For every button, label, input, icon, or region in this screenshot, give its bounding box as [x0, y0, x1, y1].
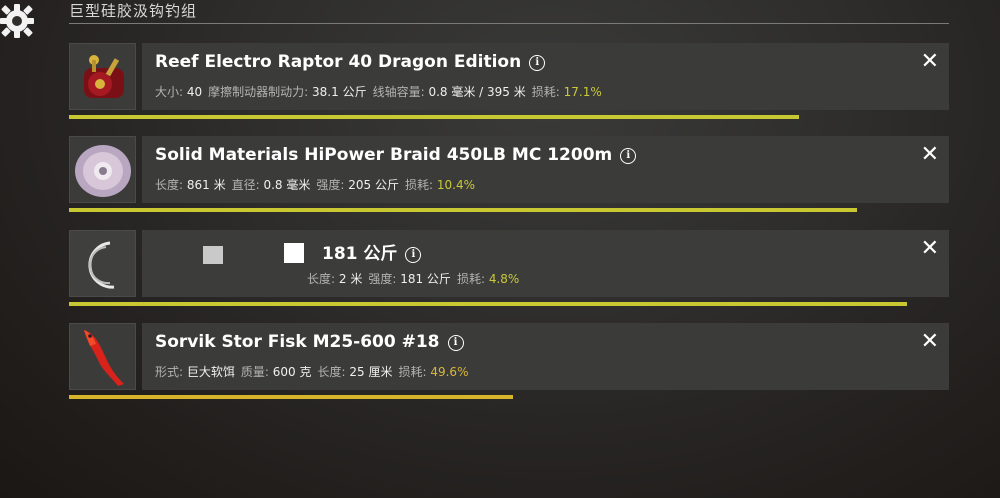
- lure-thumbnail: [69, 323, 136, 390]
- info-icon[interactable]: i: [405, 247, 422, 263]
- reel-thumbnail: [69, 43, 136, 110]
- reel-icon: [84, 55, 124, 98]
- durability-bar: [69, 302, 907, 306]
- wear-value: 17.1%: [563, 85, 602, 99]
- remove-item-button[interactable]: ✕: [921, 238, 939, 260]
- durability-bar: [69, 115, 799, 119]
- redaction-block: [203, 246, 223, 264]
- remove-item-button[interactable]: ✕: [921, 51, 939, 73]
- item-stats: 大小: 40 摩擦制动器制动力: 38.1 公斤 线轴容量: 0.8 毫米 / 39…: [155, 85, 602, 99]
- leader-icon: [88, 241, 115, 289]
- tackle-item-leader[interactable]: 181 公斤 i 长度: 2 米强度: 181 公斤 损耗: 4.8% ✕: [69, 230, 949, 310]
- durability-bar: [69, 208, 858, 212]
- settings-gear-icon[interactable]: [0, 2, 38, 40]
- item-stats: 形式: 巨大软饵 质量: 600 克长度: 25 厘米 损耗: 49.6%: [155, 365, 469, 379]
- redaction-block: [284, 243, 304, 263]
- item-stats: 长度: 2 米强度: 181 公斤 损耗: 4.8%: [307, 272, 520, 286]
- item-info-panel: 181 公斤 i 长度: 2 米强度: 181 公斤 损耗: 4.8% ✕: [142, 230, 949, 297]
- line-thumbnail: [69, 136, 136, 203]
- item-name: Solid Materials HiPower Braid 450LB MC 1…: [155, 145, 613, 165]
- durability-bar: [69, 395, 513, 399]
- info-icon[interactable]: i: [529, 55, 546, 71]
- item-info-panel: Sorvik Stor Fisk M25-600 #18 i 形式: 巨大软饵 质量…: [142, 323, 949, 390]
- tackle-item-line[interactable]: Solid Materials HiPower Braid 450LB MC 1…: [69, 136, 949, 216]
- item-name: Sorvik Stor Fisk M25-600 #18: [155, 332, 440, 352]
- leader-thumbnail: [69, 230, 136, 297]
- section-title: 巨型硅胶汲钩钓组: [69, 2, 198, 20]
- wear-value: 10.4%: [436, 178, 475, 192]
- item-name: 181 公斤: [322, 244, 398, 264]
- info-icon[interactable]: i: [620, 148, 637, 164]
- wear-value: 4.8%: [488, 272, 520, 286]
- wear-value: 49.6%: [430, 365, 469, 379]
- item-stats: 长度: 861 米直径: 0.8 毫米 强度: 205 公斤 损耗: 10.4%: [155, 178, 475, 192]
- remove-item-button[interactable]: ✕: [921, 144, 939, 166]
- soft-lure-icon: [84, 330, 124, 386]
- remove-item-button[interactable]: ✕: [921, 331, 939, 353]
- item-info-panel: Reef Electro Raptor 40 Dragon Edition i 大…: [142, 43, 949, 110]
- tackle-item-lure[interactable]: Sorvik Stor Fisk M25-600 #18 i 形式: 巨大软饵 质量…: [69, 323, 949, 403]
- item-info-panel: Solid Materials HiPower Braid 450LB MC 1…: [142, 136, 949, 203]
- tackle-item-reel[interactable]: Reef Electro Raptor 40 Dragon Edition i 大…: [69, 43, 949, 123]
- line-spool-icon: [75, 145, 131, 197]
- info-icon[interactable]: i: [447, 335, 464, 351]
- title-divider: [69, 23, 949, 24]
- item-name: Reef Electro Raptor 40 Dragon Edition: [155, 52, 522, 72]
